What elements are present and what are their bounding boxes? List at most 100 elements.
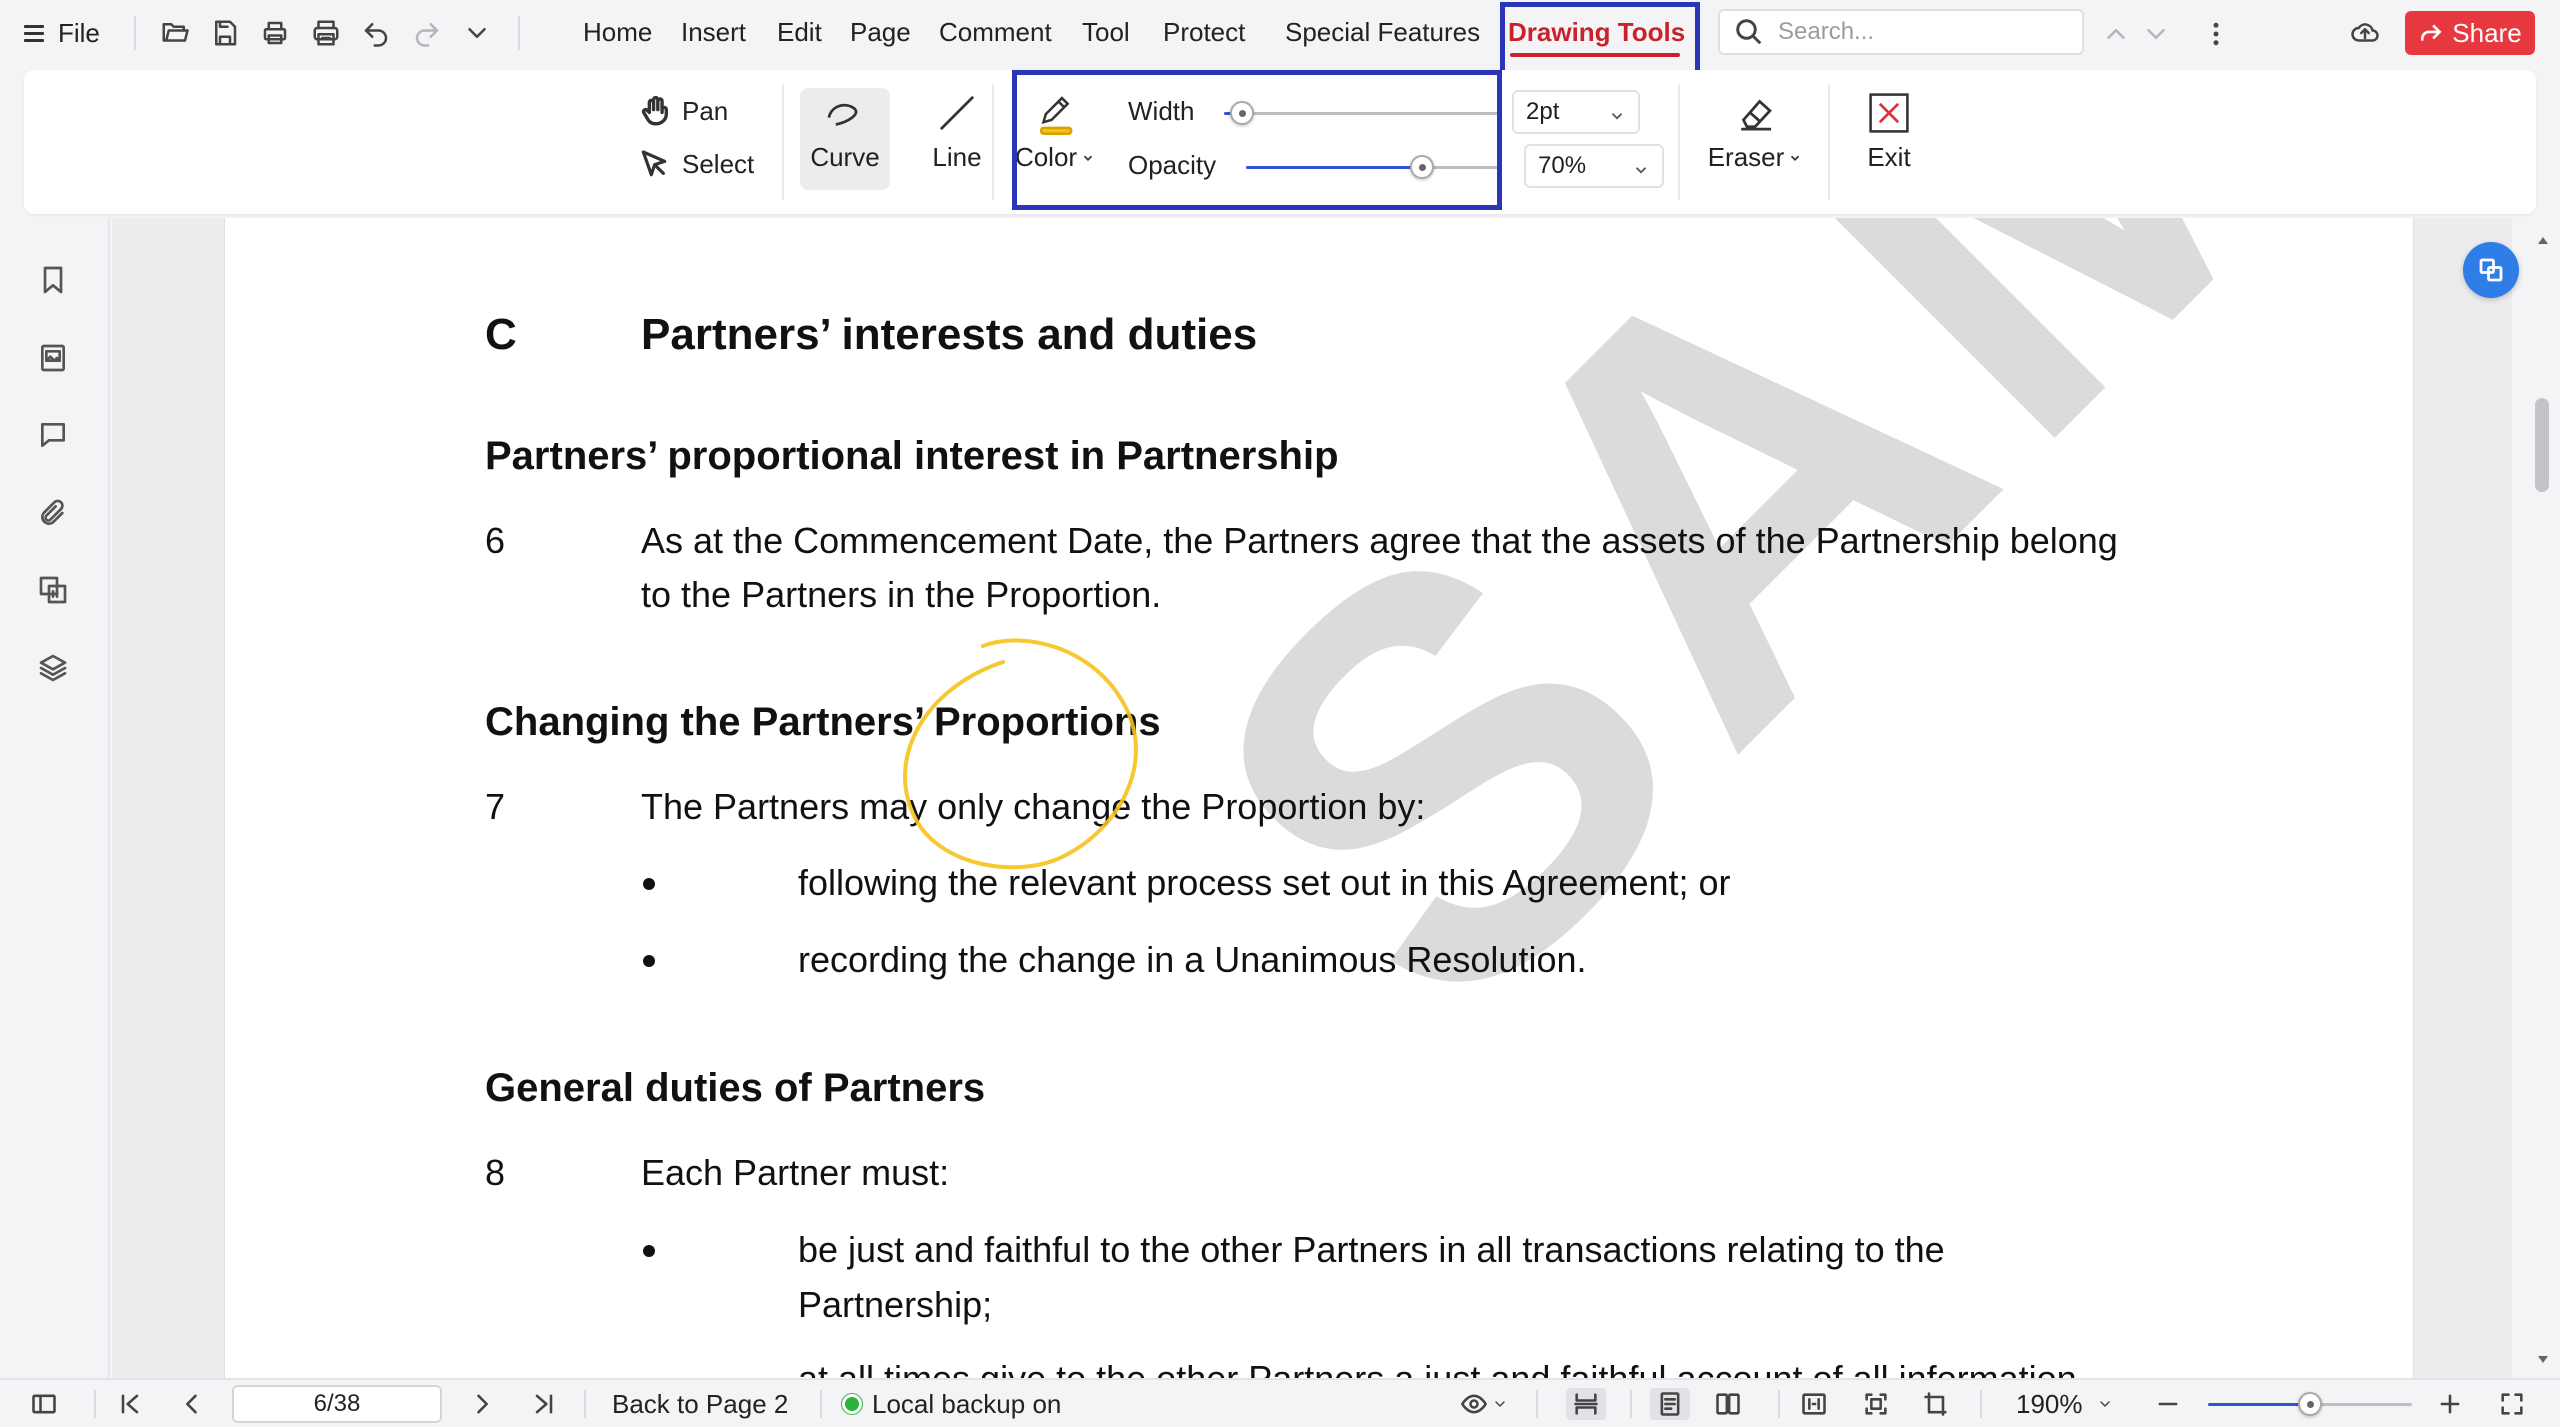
- next-page-icon[interactable]: [468, 1388, 496, 1420]
- more-dropdown-icon[interactable]: [461, 17, 493, 49]
- read-mode-dropdown[interactable]: [1460, 1388, 1508, 1420]
- width-label: Width: [1128, 96, 1195, 126]
- width-slider-knob[interactable]: [1230, 101, 1254, 125]
- divider: [782, 84, 784, 200]
- file-menu-button[interactable]: File: [24, 18, 100, 49]
- zoom-slider-knob[interactable]: [2298, 1392, 2322, 1416]
- open-folder-icon[interactable]: [159, 17, 191, 49]
- scroll-down-arrow-icon[interactable]: [2536, 1352, 2550, 1366]
- share-icon: [2421, 24, 2442, 41]
- prev-page-icon[interactable]: [178, 1388, 206, 1420]
- sample-watermark: SAMPLE: [1085, 218, 2413, 1133]
- back-to-page-link[interactable]: Back to Page 2: [612, 1388, 788, 1420]
- clause-8-bullet-1-line-1: be just and faithful to the other Partne…: [798, 1229, 1945, 1270]
- clause-6-line-2: to the Partners in the Proportion.: [641, 574, 1162, 615]
- undo-icon[interactable]: [360, 17, 392, 49]
- two-page-icon[interactable]: [1714, 1388, 1742, 1420]
- zoom-value: 190%: [2016, 1388, 2083, 1419]
- clause-number-7: 7: [485, 786, 506, 827]
- sidebar-toggle-icon[interactable]: [30, 1388, 58, 1420]
- batch-print-icon[interactable]: [310, 17, 342, 49]
- print-icon[interactable]: [259, 17, 291, 49]
- menu-bar: File Home Insert Edit Page Comment Tool …: [0, 0, 2560, 84]
- width-dropdown[interactable]: 2pt: [1512, 90, 1640, 134]
- pan-button[interactable]: Pan: [638, 94, 728, 128]
- comment-icon[interactable]: [33, 415, 73, 455]
- opacity-slider-knob[interactable]: [1410, 155, 1434, 179]
- clause-7-text: The Partners may only change the Proport…: [641, 786, 1426, 827]
- eraser-label: Eraser: [1707, 142, 1785, 172]
- status-bar: Back to Page 2 Local backup on 190%: [0, 1378, 2560, 1427]
- backup-status[interactable]: Local backup on: [842, 1388, 1061, 1420]
- divider: [584, 1390, 586, 1418]
- zoom-slider-track: [2310, 1403, 2412, 1406]
- search-input[interactable]: [1778, 18, 2058, 46]
- ai-assistant-button[interactable]: [2463, 242, 2519, 298]
- opacity-value: 70%: [1538, 152, 1587, 179]
- menu-home[interactable]: Home: [583, 17, 652, 48]
- bookmark-icon[interactable]: [33, 260, 73, 300]
- clause-8-bullet-2-partial: at all times give to the other Partners …: [798, 1358, 2077, 1378]
- menu-comment[interactable]: Comment: [939, 17, 1052, 48]
- menu-edit[interactable]: Edit: [777, 17, 822, 48]
- exit-button[interactable]: Exit: [1846, 90, 1932, 173]
- menu-special-features[interactable]: Special Features: [1285, 17, 1480, 48]
- save-icon[interactable]: [209, 17, 241, 49]
- pen-color-icon: [1039, 96, 1073, 135]
- select-button[interactable]: Select: [638, 148, 754, 180]
- divider: [1828, 84, 1830, 200]
- first-page-icon[interactable]: [116, 1388, 144, 1420]
- more-options-icon[interactable]: [2200, 18, 2232, 50]
- tab-drawing-tools[interactable]: Drawing Tools: [1508, 17, 1685, 48]
- search-next-icon[interactable]: [2140, 18, 2172, 50]
- single-page-icon[interactable]: [1650, 1388, 1690, 1420]
- form-fields-icon[interactable]: [33, 570, 73, 610]
- menu-page[interactable]: Page: [850, 17, 911, 48]
- rotate-view-icon[interactable]: [1922, 1388, 1950, 1420]
- search-box[interactable]: [1718, 9, 2084, 55]
- cursor-icon: [641, 150, 667, 177]
- continuous-scroll-icon[interactable]: [1566, 1388, 1606, 1420]
- menu-tool[interactable]: Tool: [1082, 17, 1130, 48]
- search-prev-icon[interactable]: [2100, 18, 2132, 50]
- fit-page-icon[interactable]: [1862, 1388, 1890, 1420]
- share-button[interactable]: Share: [2405, 11, 2535, 55]
- layers-icon[interactable]: [33, 648, 73, 688]
- clause-number-6: 6: [485, 520, 506, 561]
- chevron-down-icon: [2099, 1401, 2110, 1407]
- cloud-upload-icon[interactable]: [2349, 17, 2381, 49]
- thumbnail-icon[interactable]: [33, 338, 73, 378]
- page-number-input[interactable]: [232, 1385, 442, 1423]
- redo-icon[interactable]: [411, 17, 443, 49]
- attachment-icon[interactable]: [33, 493, 73, 533]
- heading-general-duties: General duties of Partners: [485, 1066, 986, 1110]
- zoom-dropdown[interactable]: 190%: [2016, 1388, 2113, 1420]
- eraser-button[interactable]: Eraser: [1700, 90, 1810, 173]
- menu-protect[interactable]: Protect: [1163, 17, 1245, 48]
- document-viewport[interactable]: SAMPLE C Partners’ interests and duties …: [112, 218, 2512, 1378]
- translate-icon: [2479, 258, 2503, 282]
- fullscreen-icon[interactable]: [2498, 1388, 2526, 1420]
- color-label: Color: [1014, 142, 1078, 172]
- select-label: Select: [682, 148, 755, 179]
- menu-insert[interactable]: Insert: [681, 17, 746, 48]
- last-page-icon[interactable]: [530, 1388, 558, 1420]
- line-tool-button[interactable]: Line: [912, 90, 1002, 173]
- exit-label: Exit: [1867, 142, 1911, 172]
- divider: [820, 1390, 822, 1418]
- opacity-label: Opacity: [1128, 150, 1217, 180]
- vertical-scrollbar-thumb[interactable]: [2535, 398, 2549, 492]
- clause-8-text: Each Partner must:: [641, 1152, 950, 1193]
- pdf-page[interactable]: SAMPLE C Partners’ interests and duties …: [224, 218, 2414, 1378]
- divider: [94, 1390, 96, 1418]
- clause-7-bullet-2: recording the change in a Unanimous Reso…: [798, 939, 1587, 980]
- opacity-dropdown[interactable]: 70%: [1524, 144, 1664, 188]
- color-picker-button[interactable]: Color: [1015, 88, 1093, 173]
- zoom-out-icon[interactable]: [2154, 1388, 2182, 1420]
- curve-tool-button[interactable]: Curve: [800, 90, 890, 173]
- width-slider-track: [1242, 112, 1498, 115]
- scroll-up-arrow-icon[interactable]: [2536, 234, 2550, 248]
- search-icon: [1736, 19, 1762, 45]
- zoom-in-icon[interactable]: [2436, 1388, 2464, 1420]
- fit-width-icon[interactable]: [1800, 1388, 1828, 1420]
